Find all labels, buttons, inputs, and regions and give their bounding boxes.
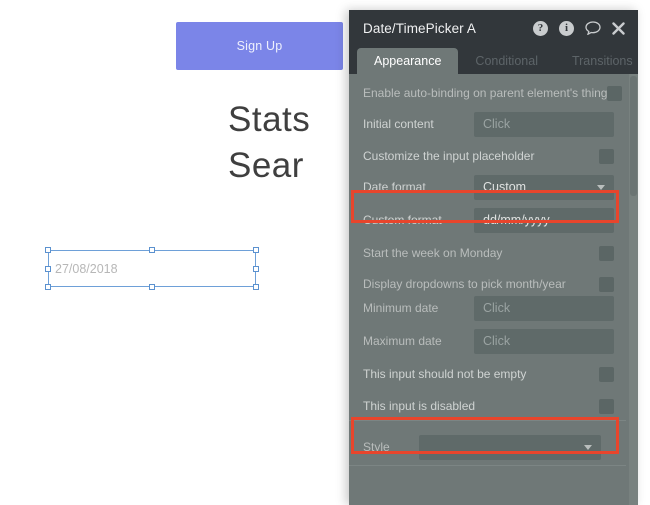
row-minimum-date[interactable]: Minimum date Click — [349, 292, 626, 324]
sign-up-button[interactable]: Sign Up — [176, 22, 343, 70]
auto-binding-checkbox[interactable] — [607, 85, 623, 101]
row-label: Display dropdowns to pick month/year — [363, 277, 566, 291]
resize-handle-top-left[interactable] — [45, 247, 51, 253]
minimum-date-input[interactable]: Click — [474, 295, 614, 321]
row-label: This input should not be empty — [363, 367, 527, 381]
date-format-value: Custom — [483, 180, 527, 194]
row-label: This input is disabled — [363, 399, 476, 413]
row-start-week-monday[interactable]: Start the week on Monday — [349, 237, 626, 269]
row-date-format[interactable]: Date format Custom — [349, 171, 626, 203]
tab-transitions[interactable]: Transitions — [555, 48, 638, 74]
resize-handle-top-center[interactable] — [149, 247, 155, 253]
row-initial-content[interactable]: Initial content Click — [349, 108, 626, 140]
close-icon[interactable] — [609, 19, 628, 38]
date-format-dropdown[interactable]: Custom — [474, 174, 614, 200]
resize-handle-top-right[interactable] — [253, 247, 259, 253]
tab-conditional[interactable]: Conditional — [458, 48, 555, 74]
start-week-monday-checkbox[interactable] — [599, 245, 614, 261]
chevron-down-icon — [584, 445, 592, 450]
resize-handle-bottom-right[interactable] — [253, 284, 259, 290]
section-divider-2 — [349, 465, 626, 466]
tab-appearance[interactable]: Appearance — [357, 48, 459, 74]
row-label: Start the week on Monday — [363, 246, 503, 260]
resize-handle-middle-right[interactable] — [253, 265, 259, 272]
panel-title: Date/TimePicker A — [363, 20, 476, 36]
row-label: Customize the input placeholder — [363, 149, 535, 163]
row-label: Enable auto-binding on parent element's … — [363, 86, 608, 100]
panel-scrollbar-track[interactable] — [629, 74, 638, 505]
page-title: Stats — [228, 100, 311, 139]
info-icon[interactable]: i — [557, 19, 576, 38]
resize-handle-bottom-center[interactable] — [149, 284, 155, 290]
date-picker-input[interactable]: 27/08/2018 — [48, 250, 256, 287]
section-divider — [349, 420, 626, 421]
row-enable-auto-binding[interactable]: Enable auto-binding on parent element's … — [349, 77, 626, 109]
row-label: Maximum date — [363, 334, 442, 348]
panel-header: Date/TimePicker A ? i — [349, 10, 638, 46]
input-disabled-checkbox[interactable] — [599, 398, 614, 414]
panel-body: Enable auto-binding on parent element's … — [349, 74, 638, 505]
info-icon-glyph: i — [559, 20, 574, 36]
help-icon-glyph: ? — [533, 20, 548, 36]
customize-placeholder-checkbox[interactable] — [599, 148, 614, 164]
row-label: Date format — [363, 180, 426, 194]
property-editor-panel: Date/TimePicker A ? i Appearance Conditi… — [349, 10, 638, 505]
row-customize-placeholder[interactable]: Customize the input placeholder — [349, 140, 626, 172]
comment-icon[interactable] — [583, 19, 602, 38]
help-icon[interactable]: ? — [531, 19, 550, 38]
row-label: Minimum date — [363, 301, 439, 315]
panel-scrollbar-thumb[interactable] — [630, 76, 637, 196]
date-picker-value: 27/08/2018 — [55, 261, 118, 276]
initial-content-input[interactable]: Click — [474, 111, 614, 137]
row-not-empty[interactable]: This input should not be empty — [349, 358, 626, 390]
maximum-date-input[interactable]: Click — [474, 328, 614, 354]
row-label: Custom format — [363, 213, 442, 227]
resize-handle-bottom-left[interactable] — [45, 284, 51, 290]
selected-element-wrapper[interactable]: 27/08/2018 — [45, 247, 259, 290]
row-custom-format[interactable]: Custom format dd/mm/yyyy — [349, 204, 626, 236]
display-dropdowns-checkbox[interactable] — [599, 276, 614, 292]
row-style[interactable]: Style — [349, 431, 626, 463]
custom-format-input[interactable]: dd/mm/yyyy — [474, 207, 614, 233]
row-maximum-date[interactable]: Maximum date Click — [349, 325, 626, 357]
panel-tabs: Appearance Conditional Transitions — [349, 46, 638, 74]
resize-handle-middle-left[interactable] — [45, 265, 51, 272]
style-dropdown[interactable] — [419, 434, 601, 460]
row-input-disabled[interactable]: This input is disabled — [349, 390, 626, 422]
row-label: Style — [363, 440, 390, 454]
page-subtitle: Sear — [228, 146, 304, 185]
not-empty-checkbox[interactable] — [599, 366, 614, 382]
chevron-down-icon — [597, 185, 605, 190]
row-label: Initial content — [363, 117, 434, 131]
